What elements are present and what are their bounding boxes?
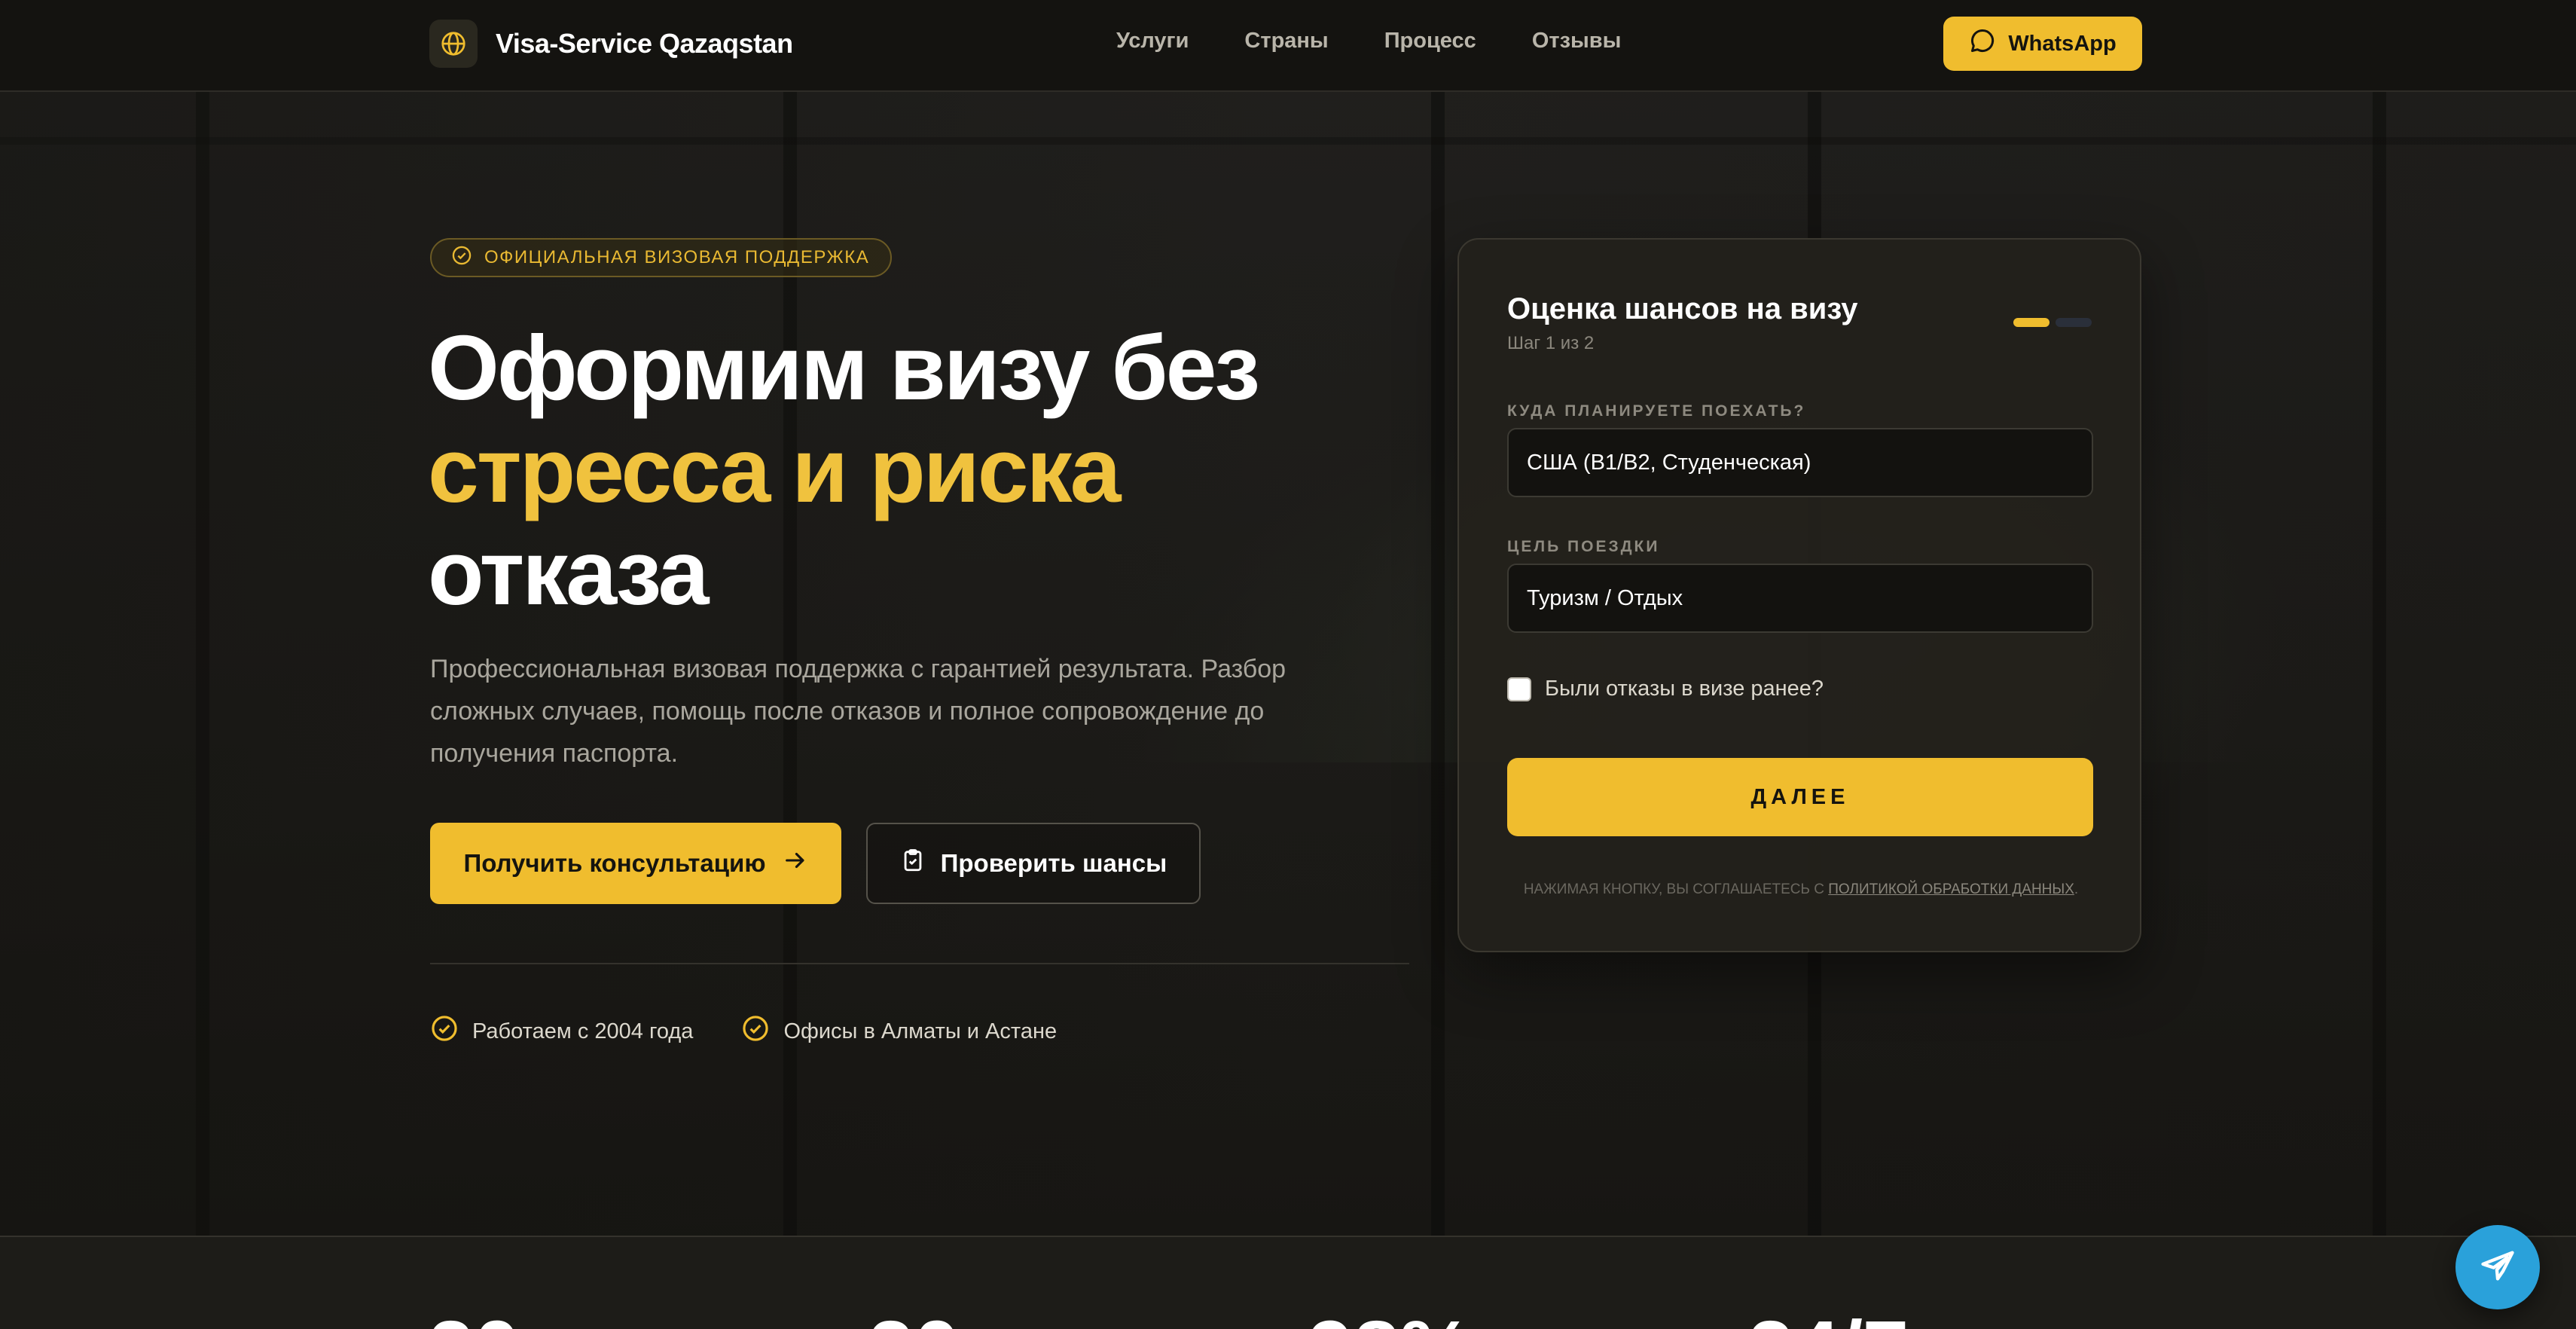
clipboard-icon — [900, 848, 926, 879]
hero-title: Оформим визу без стресса и риска отказа — [428, 316, 1407, 624]
hero-title-accent: стресса и риска — [428, 419, 1121, 521]
feature-label: Работаем с 2004 года — [472, 1019, 694, 1043]
hero-title-line-3: отказа — [428, 521, 710, 624]
badge-text: ОФИЦИАЛЬНАЯ ВИЗОВАЯ ПОДДЕРЖКА — [484, 247, 870, 267]
stat-value: 24/7 — [1747, 1309, 1909, 1329]
form-title: Оценка шансов на визу — [1507, 292, 1858, 325]
check-chances-button[interactable]: Проверить шансы — [866, 823, 1201, 904]
hero-features: Работаем с 2004 года Офисы в Алматы и Ас… — [430, 1014, 1057, 1049]
hero-title-line-1: Оформим визу без — [428, 316, 1260, 419]
refusal-checkbox-row[interactable]: Были отказы в визе ранее? — [1507, 677, 1824, 701]
get-consultation-button[interactable]: Получить консультацию — [430, 823, 841, 904]
whatsapp-label: WhatsApp — [2008, 31, 2117, 56]
nav-item-process[interactable]: Процесс — [1384, 29, 1476, 53]
stat-value: 20 — [868, 1309, 960, 1329]
chat-bubble-icon — [1969, 27, 1996, 60]
nav-item-services[interactable]: Услуги — [1116, 29, 1189, 53]
nav-item-reviews[interactable]: Отзывы — [1532, 29, 1622, 53]
stat-value: 98% — [1308, 1309, 1473, 1329]
check-circle-icon — [451, 245, 472, 271]
brand-logo[interactable]: Visa-Service Qazaqstan — [429, 20, 793, 68]
brand-name: Visa-Service Qazaqstan — [496, 28, 793, 59]
stat-value: 20+ — [428, 1309, 569, 1329]
next-button[interactable]: ДАЛЕЕ — [1507, 758, 2093, 836]
telegram-icon — [2478, 1246, 2517, 1289]
whatsapp-button[interactable]: WhatsApp — [1943, 17, 2142, 71]
consultation-label: Получить консультацию — [463, 849, 766, 877]
check-chances-label: Проверить шансы — [940, 849, 1167, 877]
feature-label: Офисы в Алматы и Астане — [783, 1019, 1058, 1043]
visa-chance-form: Оценка шансов на визу Шаг 1 из 2 КУДА ПЛ… — [1457, 238, 2141, 952]
consent-suffix: . — [2074, 881, 2079, 897]
nav-item-countries[interactable]: Страны — [1244, 29, 1328, 53]
check-circle-icon — [741, 1014, 770, 1049]
form-step: Шаг 1 из 2 — [1507, 333, 1595, 353]
page: Visa-Service Qazaqstan Услуги Страны Про… — [0, 0, 2576, 1329]
arrow-right-icon — [783, 848, 808, 879]
step-indicator — [2013, 318, 2092, 327]
refusal-checkbox[interactable] — [1507, 677, 1531, 701]
official-support-badge: ОФИЦИАЛЬНАЯ ВИЗОВАЯ ПОДДЕРЖКА — [430, 238, 893, 277]
purpose-label: ЦЕЛЬ ПОЕЗДКИ — [1507, 538, 1660, 555]
feature-item: Работаем с 2004 года — [430, 1014, 693, 1049]
hero-divider — [430, 963, 1409, 964]
consent-text: НАЖИМАЯ КНОПКУ, ВЫ СОГЛАШАЕТЕСЬ С ПОЛИТИ… — [1459, 881, 2143, 898]
main-nav: Услуги Страны Процесс Отзывы — [1116, 29, 1621, 53]
check-circle-icon — [430, 1014, 459, 1049]
consent-prefix: НАЖИМАЯ КНОПКУ, ВЫ СОГЛАШАЕТЕСЬ С — [1523, 881, 1829, 897]
feature-item: Офисы в Алматы и Астане — [741, 1014, 1057, 1049]
telegram-button[interactable] — [2455, 1225, 2540, 1309]
privacy-policy-link[interactable]: ПОЛИТИКОЙ ОБРАБОТКИ ДАННЫХ — [1828, 881, 2074, 897]
destination-label: КУДА ПЛАНИРУЕТЕ ПОЕХАТЬ? — [1507, 402, 1806, 420]
refusal-checkbox-label: Были отказы в визе ранее? — [1545, 677, 1824, 701]
step-indicator-active — [2013, 318, 2050, 327]
hero-description: Профессиональная визовая поддержка с гар… — [430, 655, 1286, 768]
globe-icon — [429, 20, 478, 68]
purpose-select[interactable]: Туризм / Отдых — [1507, 564, 2093, 633]
stats-section: 20+ 20 98% 24/7 — [0, 1236, 2576, 1329]
destination-select[interactable]: США (B1/B2, Студенческая) — [1507, 428, 2093, 497]
site-header: Visa-Service Qazaqstan Услуги Страны Про… — [0, 0, 2576, 92]
step-indicator-inactive — [2056, 318, 2092, 327]
